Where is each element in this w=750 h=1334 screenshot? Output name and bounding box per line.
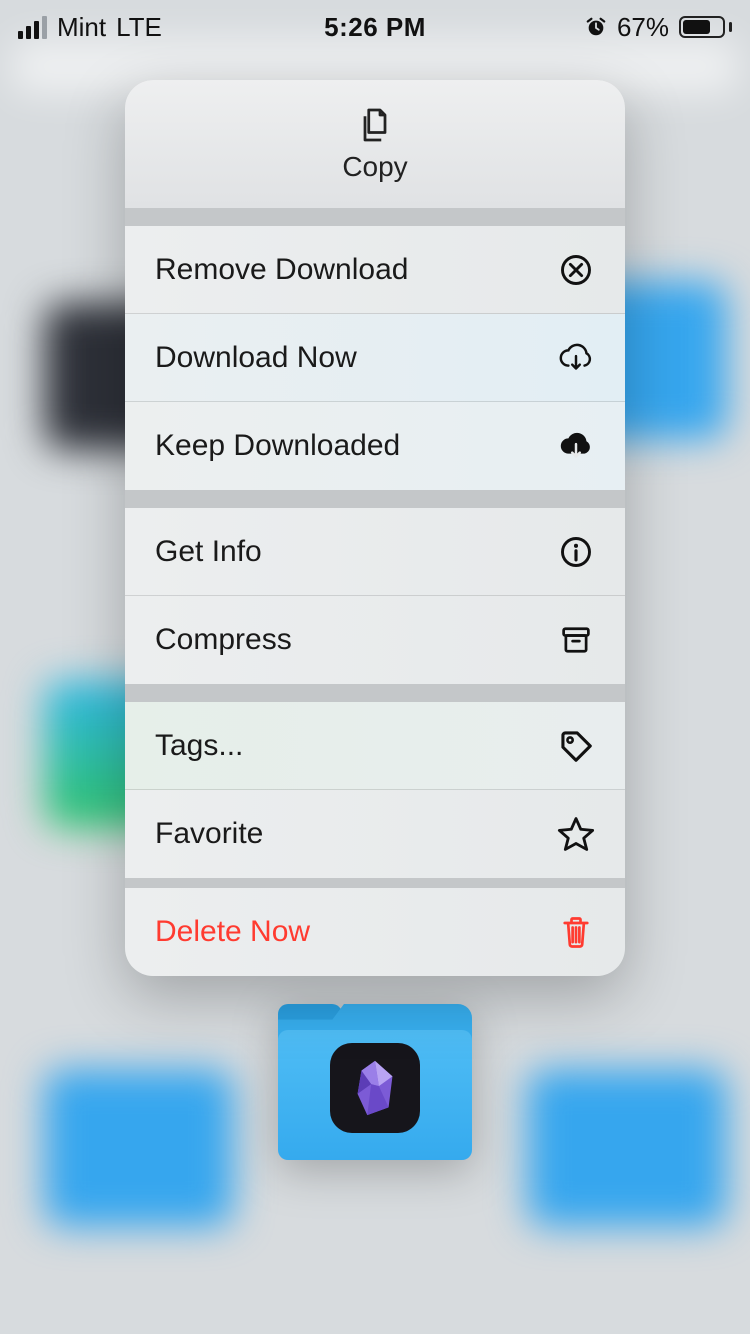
info-icon [557,533,595,571]
menu-item-label: Get Info [155,535,262,569]
menu-item-label: Download Now [155,341,357,375]
status-time: 5:26 PM [0,12,750,43]
menu-item-tags[interactable]: Tags... [125,702,625,790]
menu-item-favorite[interactable]: Favorite [125,790,625,878]
battery-icon [679,16,732,38]
status-bar: Mint LTE 5:26 PM 67% [0,0,750,44]
copy-icon [355,105,395,145]
menu-item-copy[interactable]: Copy [125,80,625,208]
menu-item-delete-now[interactable]: Delete Now [125,888,625,976]
context-menu: Copy Remove Download Download Now Keep D… [125,80,625,976]
menu-item-keep-downloaded[interactable]: Keep Downloaded [125,402,625,490]
menu-item-download-now[interactable]: Download Now [125,314,625,402]
menu-item-label: Tags... [155,729,243,763]
menu-item-label: Favorite [155,817,263,851]
menu-item-get-info[interactable]: Get Info [125,508,625,596]
trash-icon [557,913,595,951]
menu-item-label: Remove Download [155,253,408,287]
cloud-download-icon [557,339,595,377]
selected-folder-preview[interactable] [278,1004,472,1160]
cloud-download-filled-icon [557,427,595,465]
remove-download-icon [557,251,595,289]
menu-item-label: Delete Now [155,915,310,949]
menu-item-label: Compress [155,623,292,657]
star-icon [557,815,595,853]
menu-item-compress[interactable]: Compress [125,596,625,684]
menu-item-label: Copy [342,151,407,183]
archive-box-icon [557,621,595,659]
obsidian-app-icon [330,1043,420,1133]
tag-icon [557,727,595,765]
menu-item-remove-download[interactable]: Remove Download [125,226,625,314]
menu-item-label: Keep Downloaded [155,429,400,463]
